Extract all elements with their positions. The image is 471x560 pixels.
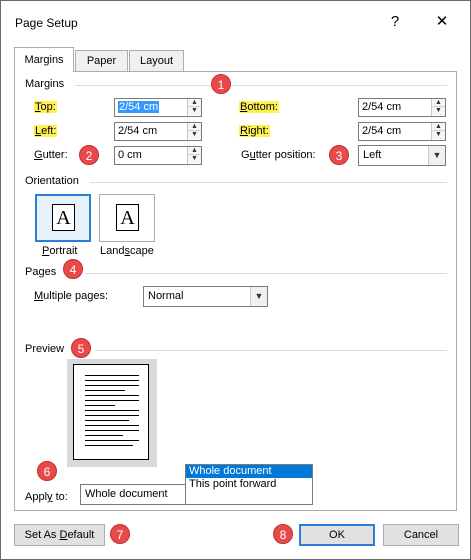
gutter-label: Gutter: bbox=[34, 149, 68, 161]
spin-down-icon[interactable]: ▼ bbox=[432, 131, 445, 139]
bottom-label: Bottom: bbox=[239, 101, 279, 113]
landscape-page-icon: A bbox=[116, 204, 139, 231]
preview-section-label: Preview bbox=[25, 343, 65, 355]
dialog-title: Page Setup bbox=[15, 16, 78, 30]
bottom-margin-value[interactable]: 2/54 cm bbox=[362, 101, 401, 113]
preview-divider bbox=[95, 350, 447, 351]
right-margin-spinner[interactable]: 2/54 cm ▲ ▼ bbox=[358, 122, 446, 141]
tab-margins[interactable]: Margins bbox=[14, 47, 74, 72]
landscape-button[interactable]: A bbox=[99, 194, 155, 242]
multiple-pages-select[interactable]: Normal ▼ bbox=[143, 286, 268, 307]
title-bar: Page Setup ? ✕ bbox=[1, 1, 470, 41]
multiple-pages-label: Multiple pages: bbox=[34, 290, 108, 302]
annotation-badge-7: 7 bbox=[110, 524, 130, 544]
annotation-badge-2: 2 bbox=[79, 145, 99, 165]
left-margin-spinner[interactable]: 2/54 cm ▲ ▼ bbox=[114, 122, 202, 141]
landscape-label: Landscape bbox=[100, 245, 154, 257]
pages-section-label: Pages bbox=[25, 266, 57, 278]
page-setup-dialog: Page Setup ? ✕ Margins Paper Layout Marg… bbox=[0, 0, 471, 560]
top-margin-value[interactable]: 2/54 cm bbox=[118, 101, 160, 113]
gutter-position-label: Gutter position: bbox=[241, 149, 316, 161]
spin-down-icon[interactable]: ▼ bbox=[188, 131, 201, 139]
gutter-position-select[interactable]: Left ▼ bbox=[358, 145, 446, 166]
close-button[interactable]: ✕ bbox=[425, 9, 459, 35]
spin-up-icon[interactable]: ▲ bbox=[188, 123, 201, 131]
annotation-badge-3: 3 bbox=[329, 145, 349, 165]
tab-layout[interactable]: Layout bbox=[129, 50, 184, 72]
gutter-spinner[interactable]: 0 cm ▲ ▼ bbox=[114, 146, 202, 165]
orientation-divider bbox=[90, 182, 447, 183]
cancel-button[interactable]: Cancel bbox=[383, 524, 459, 546]
apply-to-select[interactable]: Whole document bbox=[80, 484, 200, 505]
spin-up-icon[interactable]: ▲ bbox=[432, 123, 445, 131]
spin-down-icon[interactable]: ▼ bbox=[188, 107, 201, 115]
top-label: Top: bbox=[34, 101, 57, 113]
spin-up-icon[interactable]: ▲ bbox=[188, 147, 201, 155]
pages-divider bbox=[85, 273, 447, 274]
annotation-badge-8: 8 bbox=[273, 524, 293, 544]
annotation-badge-5: 5 bbox=[71, 338, 91, 358]
right-label: Right: bbox=[239, 125, 270, 137]
chevron-down-icon[interactable]: ▼ bbox=[250, 287, 267, 306]
set-as-default-button[interactable]: Set As Default bbox=[14, 524, 105, 546]
preview-area bbox=[67, 359, 157, 467]
preview-page bbox=[73, 364, 149, 460]
apply-to-option-whole-document[interactable]: Whole document bbox=[186, 465, 312, 478]
portrait-page-icon: A bbox=[52, 204, 75, 231]
annotation-badge-1: 1 bbox=[211, 74, 231, 94]
gutter-value[interactable]: 0 cm bbox=[118, 149, 142, 161]
tab-strip: Margins Paper Layout bbox=[14, 47, 454, 72]
right-margin-value[interactable]: 2/54 cm bbox=[362, 125, 401, 137]
spin-up-icon[interactable]: ▲ bbox=[188, 99, 201, 107]
spin-up-icon[interactable]: ▲ bbox=[432, 99, 445, 107]
help-button[interactable]: ? bbox=[378, 9, 412, 35]
orientation-section-label: Orientation bbox=[25, 175, 79, 187]
chevron-down-icon[interactable]: ▼ bbox=[428, 146, 445, 165]
top-margin-spinner[interactable]: 2/54 cm ▲ ▼ bbox=[114, 98, 202, 117]
apply-to-option-this-point-forward[interactable]: This point forward bbox=[186, 478, 312, 491]
portrait-label: Portrait bbox=[42, 245, 78, 257]
apply-to-dropdown-list: Whole document This point forward bbox=[185, 464, 313, 505]
apply-to-label: Apply to: bbox=[25, 491, 68, 503]
tab-paper[interactable]: Paper bbox=[75, 50, 128, 72]
margins-divider bbox=[75, 85, 447, 86]
annotation-badge-6: 6 bbox=[37, 461, 57, 481]
spin-down-icon[interactable]: ▼ bbox=[432, 107, 445, 115]
margins-section-label: Margins bbox=[25, 78, 65, 90]
ok-button[interactable]: OK bbox=[299, 524, 375, 546]
bottom-margin-spinner[interactable]: 2/54 cm ▲ ▼ bbox=[358, 98, 446, 117]
left-margin-value[interactable]: 2/54 cm bbox=[118, 125, 157, 137]
spin-down-icon[interactable]: ▼ bbox=[188, 155, 201, 163]
left-label: Left: bbox=[34, 125, 58, 137]
portrait-button[interactable]: A bbox=[35, 194, 91, 242]
annotation-badge-4: 4 bbox=[63, 259, 83, 279]
